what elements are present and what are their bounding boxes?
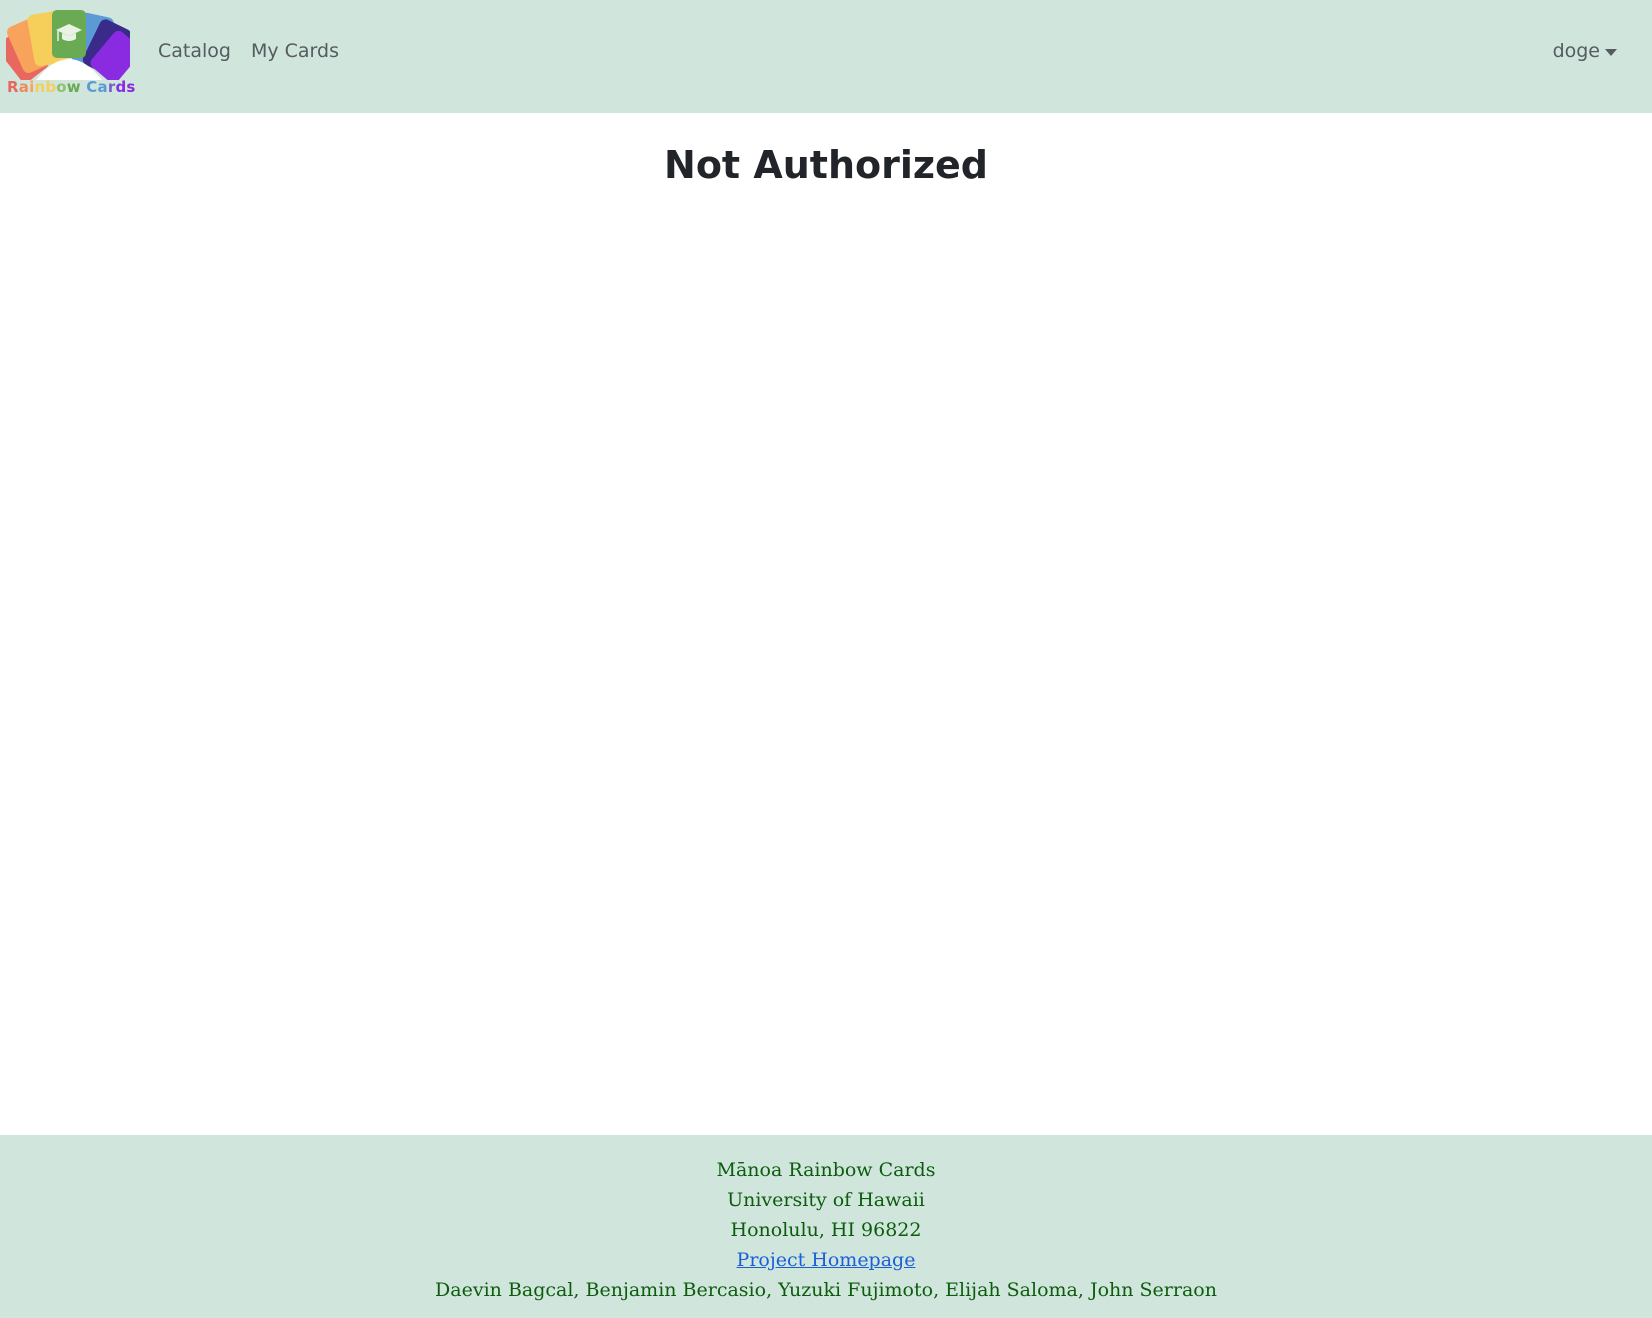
page: Rainbow Cards Catalog My Cards doge Not …: [0, 0, 1652, 1318]
rainbow-cards-logo-icon: [6, 10, 130, 80]
footer-university: University of Hawaii: [727, 1189, 925, 1211]
brand-letter: w: [66, 78, 81, 96]
brand-wordmark: Rainbow Cards: [7, 78, 136, 96]
project-homepage-link[interactable]: Project Homepage: [737, 1249, 916, 1271]
brand-letter: C: [86, 78, 98, 96]
footer-address: Honolulu, HI 96822: [730, 1219, 922, 1241]
brand-letter: a: [97, 78, 108, 96]
brand-logo[interactable]: Rainbow Cards: [6, 8, 135, 98]
footer-link-row: Project Homepage: [0, 1245, 1652, 1275]
brand-letter: d: [115, 78, 127, 96]
brand-letter: o: [56, 78, 67, 96]
brand-letter: a: [18, 78, 30, 96]
footer: Mānoa Rainbow Cards University of Hawaii…: [0, 1135, 1652, 1318]
user-dropdown[interactable]: doge: [1553, 40, 1617, 62]
caret-down-icon: [1605, 48, 1617, 56]
page-title: Not Authorized: [664, 143, 988, 187]
nav-link-my-cards[interactable]: My Cards: [251, 40, 339, 62]
user-name: doge: [1552, 40, 1600, 62]
navbar: Rainbow Cards Catalog My Cards doge: [0, 0, 1652, 113]
brand-letter: n: [34, 78, 46, 96]
footer-site-name: Mānoa Rainbow Cards: [716, 1159, 936, 1181]
brand-letter: s: [126, 78, 136, 96]
brand-letter: R: [7, 78, 19, 96]
brand-letter: b: [45, 78, 57, 96]
main-content: Not Authorized: [0, 113, 1652, 1135]
nav-link-catalog[interactable]: Catalog: [158, 40, 231, 62]
footer-authors: Daevin Bagcal, Benjamin Bercasio, Yuzuki…: [435, 1279, 1217, 1301]
nav-links: Catalog My Cards: [158, 40, 339, 62]
